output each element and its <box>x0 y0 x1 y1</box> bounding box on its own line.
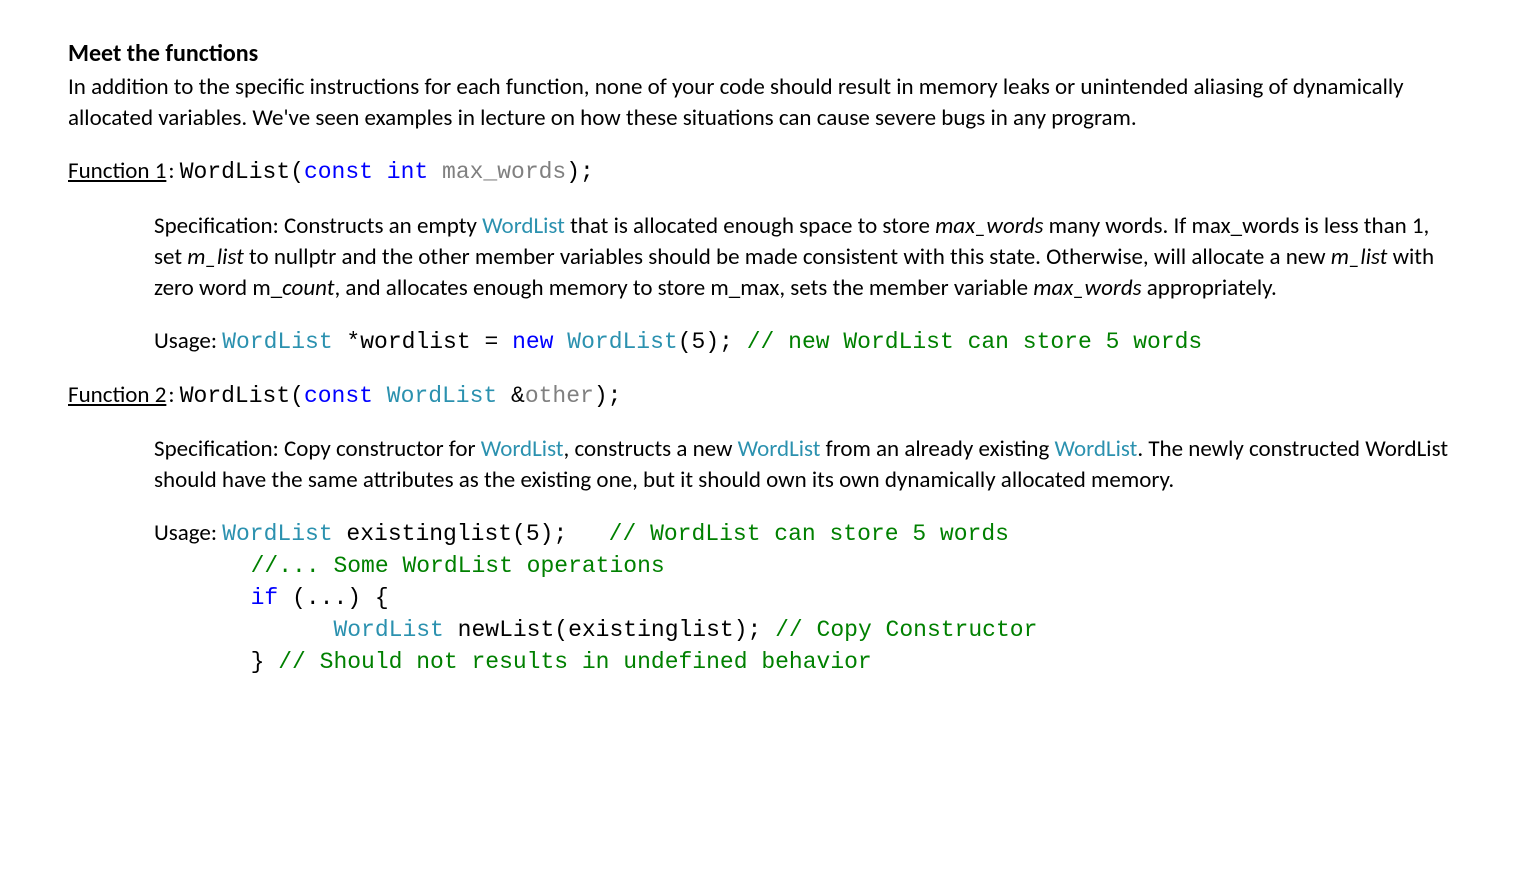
code-comment: // WordList can store 5 words <box>609 521 1009 547</box>
sig-space <box>428 159 442 185</box>
intro-paragraph: In addition to the specific instructions… <box>68 72 1460 134</box>
code-text: } <box>251 649 279 675</box>
sig-kw-const: const <box>304 159 373 185</box>
function-1-signature: WordList(const int max_words); <box>180 159 594 185</box>
spec-lead: Specification: Copy constructor for <box>154 435 481 463</box>
spec-type-wordlist: WordList <box>481 435 564 463</box>
code-text: newList(existinglist); <box>444 617 775 643</box>
function-2-colon: : <box>168 381 179 409</box>
spec-type-wordlist: WordList <box>1055 435 1138 463</box>
sig-param: max_words <box>442 159 566 185</box>
spec-ital-mlist: m_list <box>187 243 244 271</box>
function-1-usage: Usage: WordList *wordlist = new WordList… <box>154 326 1460 358</box>
code-text: *wordlist = <box>333 329 512 355</box>
code-type: WordList <box>222 329 332 355</box>
sig-amp: & <box>497 383 525 409</box>
usage-code-line-4: WordList newList(existinglist); // Copy … <box>154 617 1037 643</box>
usage-code-line-1: WordList existinglist(5); // WordList ca… <box>222 521 1009 547</box>
code-comment: // Copy Constructor <box>775 617 1037 643</box>
code-text: (...) { <box>278 585 388 611</box>
function-2-signature-row: Function 2: WordList(const WordList &oth… <box>68 380 1460 412</box>
spec-ital-mlist: m_list <box>1331 243 1388 271</box>
spec-type-wordlist: WordList <box>482 212 565 240</box>
spec-text: from an already existing <box>820 435 1054 463</box>
usage-label: Usage: <box>154 519 222 547</box>
function-2-usage: Usage: WordList existinglist(5); // Word… <box>154 518 1460 678</box>
document-page: Meet the functions In addition to the sp… <box>0 0 1528 678</box>
code-kw-new: new <box>512 329 553 355</box>
function-1-spec: Specification: Constructs an empty WordL… <box>154 211 1460 304</box>
spec-text: , and allocates enough memory to store m… <box>334 274 1033 302</box>
code-comment: //... Some WordList operations <box>251 553 665 579</box>
spec-text: , constructs a new <box>564 435 738 463</box>
function-2-label: Function 2 <box>68 381 166 409</box>
spec-ital-maxwords: max_words <box>1033 274 1141 302</box>
usage-label: Usage: <box>154 327 222 355</box>
usage-code: WordList *wordlist = new WordList(5); //… <box>222 329 1202 355</box>
function-2-signature: WordList(const WordList &other); <box>180 383 622 409</box>
code-comment: // new WordList can store 5 words <box>747 329 1202 355</box>
spec-text: appropriately. <box>1142 274 1277 302</box>
spec-lead: Specification: Constructs an empty <box>154 212 482 240</box>
code-pad <box>154 617 333 643</box>
sig-space <box>373 159 387 185</box>
code-comment: // Should not results in undefined behav… <box>278 649 872 675</box>
function-1-body: Specification: Constructs an empty WordL… <box>154 211 1460 358</box>
sig-close: ); <box>566 159 594 185</box>
code-text <box>553 329 567 355</box>
section-heading: Meet the functions <box>68 38 1460 70</box>
spec-text: to nullptr and the other member variable… <box>244 243 1331 271</box>
sig-space <box>373 383 387 409</box>
usage-code-line-3: if (...) { <box>154 585 389 611</box>
function-1-colon: : <box>168 157 179 185</box>
code-type: WordList <box>567 329 677 355</box>
code-pad <box>154 553 251 579</box>
spec-ital-maxwords: max_words <box>935 212 1043 240</box>
sig-kw-int: int <box>387 159 428 185</box>
sig-close: ); <box>594 383 622 409</box>
function-1-signature-row: Function 1: WordList(const int max_words… <box>68 156 1460 188</box>
function-2-body: Specification: Copy constructor for Word… <box>154 434 1460 678</box>
code-kw-if: if <box>251 585 279 611</box>
code-pad <box>154 649 251 675</box>
spec-text: that is allocated enough space to store <box>565 212 935 240</box>
function-2-spec: Specification: Copy constructor for Word… <box>154 434 1460 496</box>
code-pad <box>154 585 251 611</box>
code-type: WordList <box>333 617 443 643</box>
sig-name: WordList <box>180 383 290 409</box>
sig-type-wordlist: WordList <box>387 383 497 409</box>
sig-param: other <box>525 383 594 409</box>
code-text: (5); <box>678 329 747 355</box>
spec-type-wordlist: WordList <box>738 435 821 463</box>
spec-ital-count: count <box>282 274 334 302</box>
code-text: existinglist(5); <box>333 521 609 547</box>
sig-open: ( <box>290 383 304 409</box>
sig-kw-const: const <box>304 383 373 409</box>
usage-code-line-5: } // Should not results in undefined beh… <box>154 649 872 675</box>
function-1-label: Function 1 <box>68 157 166 185</box>
usage-code-line-2: //... Some WordList operations <box>154 553 665 579</box>
code-type: WordList <box>222 521 332 547</box>
sig-name: WordList <box>180 159 290 185</box>
sig-open: ( <box>290 159 304 185</box>
